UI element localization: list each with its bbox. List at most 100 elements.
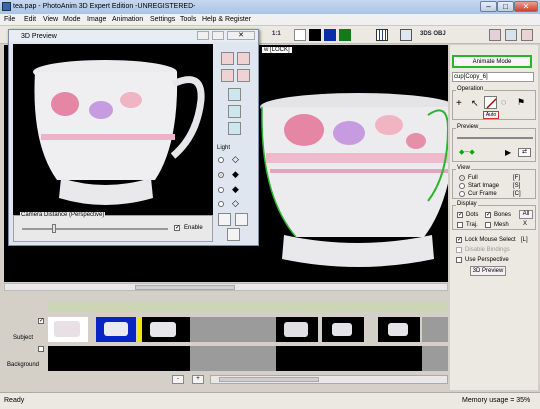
auto-button[interactable]: Auto — [483, 111, 499, 119]
background-empty-frames[interactable] — [190, 346, 276, 371]
bones-checkbox[interactable]: ✓ — [485, 212, 491, 218]
preview-label: Preview — [456, 124, 480, 130]
timeline-marker-icon[interactable]: ◆─◆ — [459, 148, 475, 156]
flag-icon[interactable]: ⚑ — [517, 97, 525, 108]
menu-animation[interactable]: Animation — [112, 16, 143, 23]
light-direction-2-icon[interactable] — [235, 213, 248, 226]
menu-settings[interactable]: Settings — [150, 16, 175, 23]
export-3ds-obj-label[interactable]: 3DS OBJ — [420, 31, 446, 37]
lasso-icon[interactable]: ◌ — [501, 97, 506, 107]
black-color-swatch[interactable] — [309, 29, 321, 41]
subject-frame-4[interactable] — [276, 317, 318, 342]
play-icon[interactable]: ▶ — [505, 148, 511, 157]
menu-tools[interactable]: Tools — [180, 16, 196, 23]
help-icon[interactable] — [521, 29, 533, 41]
light-radio-3[interactable] — [218, 187, 224, 193]
camera-distance-slider[interactable] — [22, 228, 168, 230]
light-radio-1[interactable] — [218, 157, 224, 163]
view-start-image-key: [S] — [513, 183, 521, 189]
lock-mouse-select-checkbox[interactable]: ✓ — [456, 237, 462, 243]
mesh-label: Mesh — [494, 222, 509, 228]
preview-maximize-button[interactable] — [212, 31, 224, 40]
dots-checkbox[interactable]: ✓ — [457, 212, 463, 218]
rotate-y-icon[interactable] — [228, 88, 241, 101]
view-start-image-radio[interactable] — [459, 183, 465, 189]
settings-icon[interactable] — [505, 29, 517, 41]
draw-line-icon[interactable] — [484, 96, 497, 109]
timeline-zoom-in-button[interactable]: + — [192, 375, 204, 384]
light-4-icon: ◇ — [232, 198, 239, 208]
light-direction-icon[interactable] — [218, 213, 231, 226]
background-checkbox[interactable] — [38, 346, 44, 352]
preview-close-button[interactable]: ✕ — [227, 31, 255, 40]
timeline-panel: ✓ Subject Background - + — [4, 292, 448, 390]
traj-checkbox[interactable] — [457, 222, 463, 228]
preview-title-bar[interactable]: 3D Preview ✕ — [9, 30, 258, 42]
canvas-scroll-thumb[interactable] — [135, 285, 235, 290]
minimize-button[interactable]: – — [480, 1, 497, 12]
select-cursor-icon[interactable]: ↖ — [471, 98, 479, 109]
window-title: tea.pap - PhotoAnim 3D Expert Edition -U… — [13, 3, 196, 10]
subject-empty-frame-end[interactable] — [422, 317, 448, 342]
enable-checkbox[interactable]: ✓ — [174, 225, 180, 231]
menu-mode[interactable]: Mode — [63, 16, 81, 23]
subject-frame-6[interactable] — [378, 317, 420, 342]
reset-view-icon[interactable] — [228, 122, 241, 135]
menu-file[interactable]: File — [4, 16, 15, 23]
current-frame-marker[interactable] — [138, 317, 141, 342]
register-icon[interactable] — [489, 29, 501, 41]
subject-frame-2-selected[interactable] — [96, 317, 136, 342]
animate-mode-button[interactable]: Animate Mode — [452, 55, 532, 68]
rotate-x-icon[interactable] — [228, 105, 241, 118]
subject-empty-frames[interactable] — [190, 317, 276, 342]
light-radio-4[interactable] — [218, 201, 224, 207]
close-button[interactable]: ✕ — [514, 1, 538, 12]
view-left-icon[interactable] — [221, 69, 234, 82]
timeline-ruler[interactable] — [48, 302, 448, 312]
view-front-icon[interactable] — [221, 52, 234, 65]
maximize-button[interactable]: □ — [497, 1, 514, 12]
subject-frame-5[interactable] — [322, 317, 364, 342]
use-perspective-checkbox[interactable] — [456, 257, 462, 263]
mesh-checkbox[interactable] — [485, 222, 491, 228]
canvas-horizontal-scrollbar[interactable] — [4, 283, 448, 291]
loop-icon[interactable]: ⇄ — [518, 148, 531, 157]
disable-bindings-label: Disable Bindings — [465, 247, 510, 253]
view-full-radio[interactable] — [459, 175, 465, 181]
background-frames-2[interactable] — [276, 346, 422, 371]
background-frames-1[interactable] — [48, 346, 190, 371]
subject-checkbox[interactable]: ✓ — [38, 318, 44, 324]
light-radio-2[interactable] — [218, 172, 224, 178]
green-color-swatch[interactable] — [339, 29, 351, 41]
white-color-swatch[interactable] — [294, 29, 306, 41]
view-full-label: Full — [468, 175, 478, 181]
preview-3d-button[interactable]: 3D Preview — [470, 266, 506, 276]
subject-frame-1[interactable] — [48, 317, 88, 342]
view-cur-frame-label: Cur Frame — [468, 191, 497, 197]
add-icon[interactable]: + — [456, 98, 462, 109]
view-back-icon[interactable] — [237, 52, 250, 65]
grid-icon[interactable] — [376, 29, 388, 41]
clear-x-icon[interactable]: X — [523, 221, 527, 227]
menu-edit[interactable]: Edit — [24, 16, 36, 23]
zoom-label[interactable]: 1:1 — [272, 31, 281, 37]
timeline-scrollbar[interactable] — [210, 375, 448, 384]
view-right-icon[interactable] — [237, 69, 250, 82]
menu-help-register[interactable]: Help & Register — [202, 16, 251, 23]
preview-minimize-button[interactable] — [197, 31, 209, 40]
preview-slider[interactable] — [457, 137, 533, 139]
menu-view[interactable]: View — [43, 16, 58, 23]
preview-viewport[interactable] — [13, 44, 213, 238]
subject-frame-3[interactable] — [142, 317, 190, 342]
object-name-field[interactable]: cup[Copy_6] — [452, 72, 534, 82]
export-icon[interactable] — [400, 29, 412, 41]
menu-image[interactable]: Image — [87, 16, 106, 23]
camera-distance-handle[interactable] — [52, 224, 56, 233]
light-sun-icon[interactable] — [227, 228, 240, 241]
view-cur-frame-radio[interactable] — [459, 191, 465, 197]
timeline-scroll-thumb[interactable] — [219, 377, 319, 382]
blue-color-swatch[interactable] — [324, 29, 336, 41]
all-button[interactable]: All — [519, 210, 533, 219]
background-empty-frame-end[interactable] — [422, 346, 448, 371]
timeline-zoom-out-button[interactable]: - — [172, 375, 184, 384]
